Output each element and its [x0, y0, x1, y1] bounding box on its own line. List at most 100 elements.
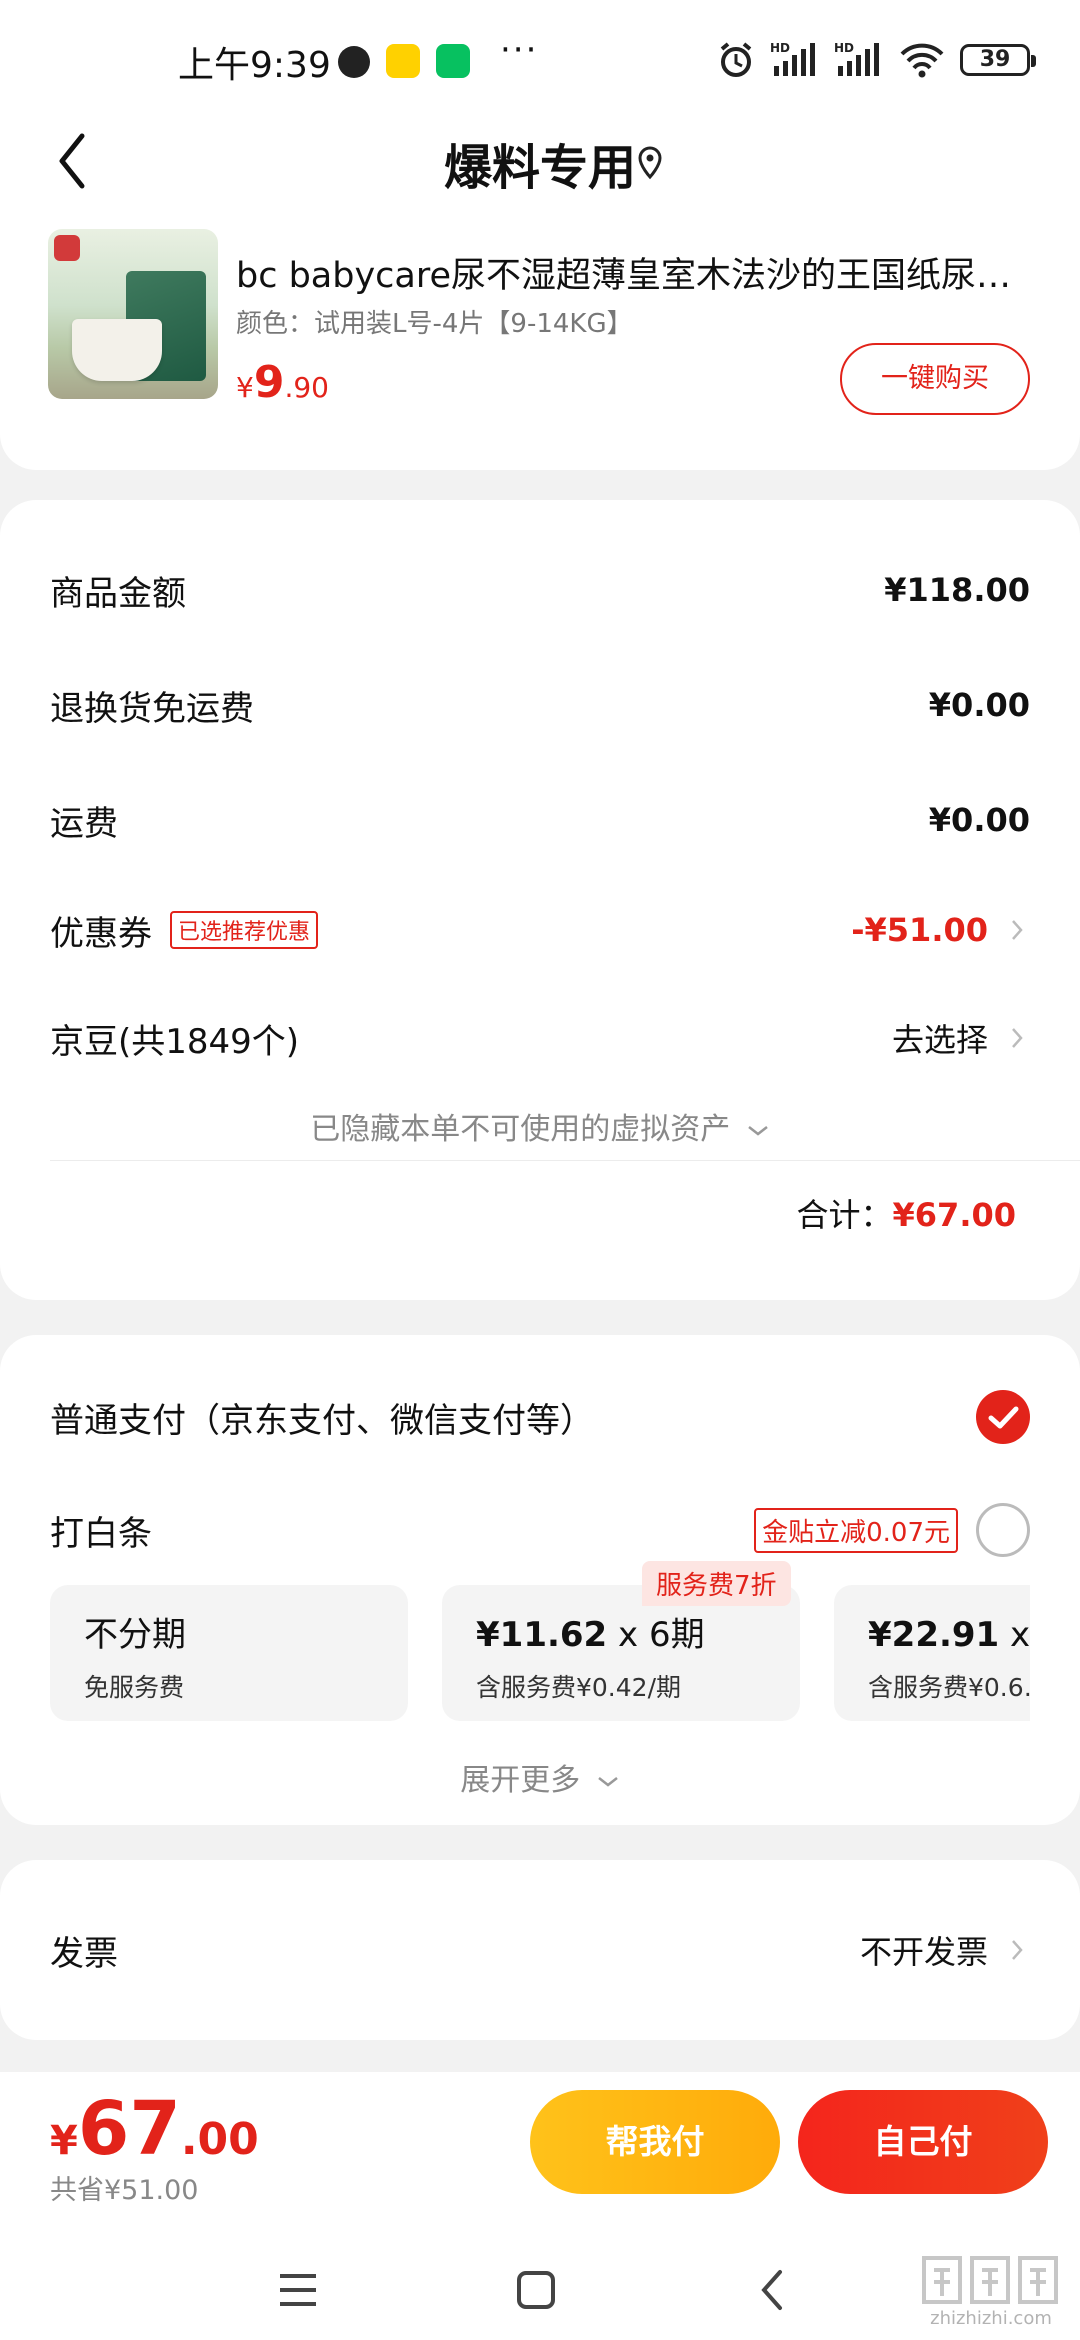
baitiao-label: 打白条 [50, 1513, 152, 1554]
wifi-icon [900, 43, 944, 78]
row-jingdou[interactable]: 京豆(共1849个) 去选择 [50, 1008, 1030, 1068]
plan-sub: 含服务费¥0.6… [868, 1673, 1030, 1702]
brand-logo-icon [54, 235, 80, 261]
plan-periods: x 6期 [607, 1615, 705, 1655]
header: 爆料专用 [0, 110, 1080, 210]
jingdou-select[interactable]: 去选择 [892, 1015, 988, 1061]
watermark-text: zhizhizhi.com [930, 2308, 1052, 2329]
pay-total-currency: ¥ [50, 2118, 78, 2164]
signal-hd-1-icon: HD [770, 41, 815, 76]
plan-no-installment[interactable]: 不分期 免服务费 [50, 1585, 408, 1721]
chevron-right-icon [1012, 920, 1023, 940]
page-title: 爆料专用 [443, 140, 636, 196]
top-section: 上午9:39 ··· HD HD 39 爆料专用 bc babycare尿不湿超… [0, 0, 1080, 470]
return-shipping-value: ¥0.00 [928, 686, 1030, 724]
status-time: 上午9:39 [178, 45, 331, 86]
baitiao-promo-tag: 金贴立减0.07元 [754, 1507, 958, 1553]
baitiao-option[interactable]: 打白条 金贴立减0.07元 [50, 1500, 1030, 1560]
plan-title: 不分期 [84, 1615, 186, 1655]
pay-total-dec: .00 [180, 2114, 259, 2165]
row-return-shipping: 退换货免运费 ¥0.00 [50, 675, 1030, 735]
total-amount: ¥67.00 [892, 1196, 1016, 1234]
product-name[interactable]: bc babycare尿不湿超薄皇室木法沙的王国纸尿… [236, 247, 1036, 298]
pay-myself-button[interactable]: 自己付 [798, 2090, 1048, 2194]
payment-card: 普通支付（京东支付、微信支付等） 打白条 金贴立减0.07元 不分期 免服务费 … [0, 1335, 1080, 1825]
shipping-label: 运费 [50, 803, 118, 844]
row-invoice[interactable]: 发票 不开发票 [50, 1920, 1030, 1980]
installment-plans: 不分期 免服务费 ¥11.62 x 6期 含服务费¥0.42/期 ¥22.91 … [50, 1575, 1030, 1725]
row-shipping: 运费 ¥0.00 [50, 790, 1030, 850]
service-fee-discount-badge: 服务费7折 [642, 1561, 791, 1606]
menu-icon[interactable] [268, 2260, 328, 2320]
battery-icon: 39 [960, 44, 1036, 76]
coupon-value[interactable]: -¥51.00 [851, 911, 988, 949]
product-price-int: 9 [253, 357, 285, 408]
order-summary-card: 商品金额 ¥118.00 退换货免运费 ¥0.00 运费 ¥0.00 优惠券 已… [0, 500, 1080, 1300]
status-bar: 上午9:39 ··· HD HD 39 [0, 30, 1080, 94]
home-icon[interactable] [506, 2260, 566, 2320]
pay-total-int: 67 [77, 2086, 181, 2172]
alarm-icon [720, 42, 752, 77]
baitiao-radio[interactable] [976, 1503, 1030, 1557]
one-click-buy-button[interactable]: 一键购买 [840, 343, 1030, 415]
checkout-page: 上午9:39 ··· HD HD 39 爆料专用 bc babycare尿不湿超… [0, 0, 1080, 2340]
summary-divider [50, 1160, 1080, 1161]
product-price-currency: ¥ [236, 371, 254, 404]
expand-more-toggle[interactable]: 展开更多 [0, 1755, 1080, 1799]
meituan-app-icon [386, 44, 420, 78]
plan-title: ¥22.91 x 3期 [868, 1607, 1030, 1656]
plan-sub: 免服务费 [84, 1673, 185, 1702]
pay-total: ¥67.00 [50, 2086, 259, 2172]
svg-text:HD: HD [834, 41, 854, 55]
expand-more-label: 展开更多 [460, 1763, 581, 1798]
invoice-card[interactable]: 发票 不开发票 [0, 1860, 1080, 2040]
coupon-recommend-tag: 已选推荐优惠 [170, 911, 319, 949]
wechat-app-icon [436, 44, 470, 78]
plan-amount: ¥22.91 [868, 1615, 1000, 1655]
goods-amount-value: ¥118.00 [884, 571, 1030, 609]
jingdou-label: 京豆(共1849个) [50, 1021, 300, 1062]
order-total: 合计：¥67.00 [797, 1190, 1017, 1236]
coupon-label: 优惠券 [50, 913, 152, 954]
row-goods-amount: 商品金额 ¥118.00 [50, 560, 1030, 620]
chevron-down-icon [597, 1776, 618, 1787]
more-notifications-icon: ··· [500, 30, 539, 70]
clock-app-icon [338, 46, 370, 78]
hidden-assets-label: 已隐藏本单不可使用的虚拟资产 [310, 1112, 731, 1147]
help-me-pay-button[interactable]: 帮我付 [530, 2090, 780, 2194]
product-thumbnail[interactable] [48, 229, 218, 399]
normal-payment-label: 普通支付（京东支付、微信支付等） [50, 1400, 594, 1441]
chevron-right-icon [1012, 1940, 1023, 1960]
normal-payment-option[interactable]: 普通支付（京东支付、微信支付等） [50, 1387, 1030, 1447]
return-shipping-label: 退换货免运费 [50, 688, 254, 729]
row-coupon[interactable]: 优惠券 已选推荐优惠 -¥51.00 [50, 900, 1030, 960]
goods-amount-label: 商品金额 [50, 573, 186, 614]
shipping-value: ¥0.00 [928, 801, 1030, 839]
saved-amount: 共省¥51.00 [50, 2175, 199, 2206]
plan-sub: 含服务费¥0.42/期 [476, 1673, 681, 1702]
bottom-pay-bar: ¥67.00 共省¥51.00 帮我付 自己付 zhizhizhi.com [0, 2072, 1080, 2340]
status-right-icons: HD HD 39 [716, 38, 1036, 82]
plan-title: ¥11.62 x 6期 [476, 1607, 800, 1656]
product-row[interactable]: bc babycare尿不湿超薄皇室木法沙的王国纸尿… 颜色：试用装L号-4片【… [0, 225, 1080, 415]
location-pin-icon[interactable] [636, 146, 664, 180]
plan-periods: x 3期 [1010, 1615, 1030, 1655]
plan-amount: ¥11.62 [476, 1615, 608, 1655]
total-label: 合计： [796, 1196, 893, 1234]
back-nav-icon[interactable] [744, 2260, 804, 2320]
invoice-value[interactable]: 不开发票 [860, 1927, 988, 1973]
chevron-right-icon [1012, 1028, 1023, 1048]
watermark: zhizhizhi.com [916, 2252, 1066, 2332]
chevron-down-icon [747, 1125, 768, 1136]
product-price: ¥9.90 [236, 357, 329, 408]
signal-hd-2-icon: HD [834, 41, 879, 76]
selected-check-icon[interactable] [976, 1390, 1030, 1444]
product-diaper-image [72, 319, 162, 381]
svg-text:HD: HD [770, 41, 790, 55]
plan-3-installments[interactable]: ¥22.91 x 3期 含服务费¥0.6… [834, 1585, 1030, 1721]
hidden-assets-toggle[interactable]: 已隐藏本单不可使用的虚拟资产 [0, 1104, 1080, 1148]
product-price-dec: .90 [284, 371, 329, 404]
invoice-label: 发票 [50, 1933, 118, 1974]
product-spec: 颜色：试用装L号-4片【9-14KG】 [236, 309, 633, 339]
watermark-logo [922, 2256, 1058, 2304]
